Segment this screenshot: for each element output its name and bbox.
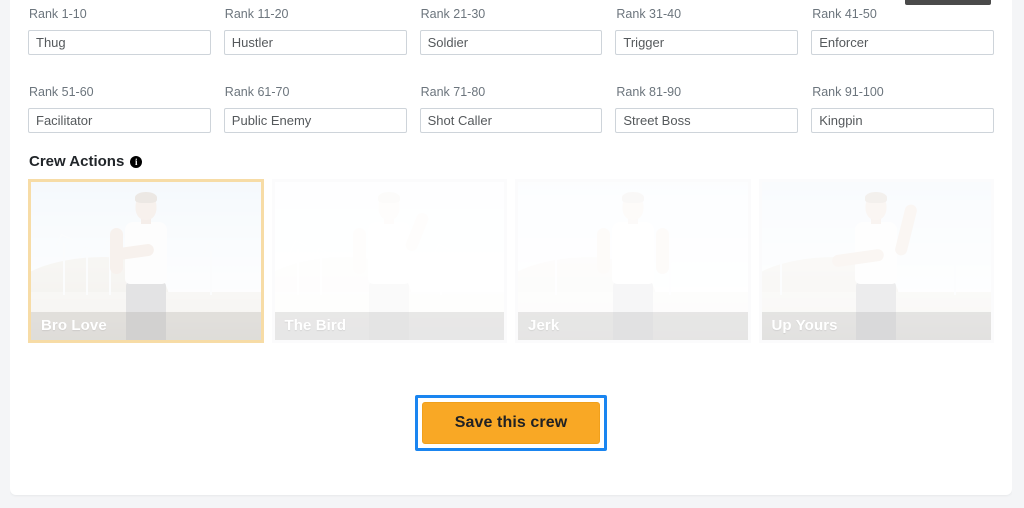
rank-field-1-10: Rank 1-10 [28,7,211,55]
rank-input-71-80[interactable] [419,107,603,133]
rank-field-51-60: Rank 51-60 [28,84,211,133]
crew-action-card-jerk[interactable]: Jerk [515,178,751,343]
crew-action-card-up-yours[interactable]: Up Yours [758,178,994,343]
rank-input-21-30[interactable] [419,29,603,55]
crew-action-card-bro-love[interactable]: Bro Love [28,178,264,343]
rank-label-91-100: Rank 91-100 [812,84,884,99]
rank-input-51-60[interactable] [28,107,211,133]
crew-action-card-the-bird[interactable]: The Bird [271,178,507,343]
rank-label-21-30: Rank 21-30 [420,7,486,21]
rank-label-81-90: Rank 81-90 [616,84,682,99]
rank-grid-spacer [28,55,994,78]
rank-label-71-80: Rank 71-80 [420,84,486,99]
crew-action-label: Bro Love [31,311,261,340]
save-button-focus-ring: Save this crew [414,395,608,451]
rank-label-11-20: Rank 11-20 [224,7,289,21]
crew-action-label: Up Yours [761,311,991,340]
rank-field-41-50: Rank 41-50 [811,7,994,55]
crew-action-label: Jerk [518,311,748,340]
rank-input-11-20[interactable] [223,29,407,55]
info-icon[interactable]: i [130,156,143,168]
rank-grid-row-2: Rank 51-60 Rank 61-70 Rank 71-80 Rank 81… [28,78,994,133]
rank-input-1-10[interactable] [28,29,211,55]
rank-input-61-70[interactable] [223,107,407,133]
rank-grid-row-1: Rank 1-10 Rank 11-20 Rank 21-30 Rank 31-… [28,0,994,55]
rank-input-81-90[interactable] [615,107,799,133]
rank-label-1-10: Rank 1-10 [29,7,87,21]
rank-field-11-20: Rank 11-20 [223,7,407,55]
save-area: Save this crew [10,395,1012,451]
rank-input-41-50[interactable] [811,29,994,55]
crew-actions-list: Bro Love The Bird Jerk Up Yours [28,178,994,343]
top-cutoff-control[interactable] [905,0,991,5]
left-page-gutter [0,0,10,508]
crew-editor-panel: Rank 1-10 Rank 11-20 Rank 21-30 Rank 31-… [10,0,1012,495]
rank-field-21-30: Rank 21-30 [419,7,603,55]
rank-field-81-90: Rank 81-90 [615,84,799,133]
rank-field-71-80: Rank 71-80 [419,84,603,133]
rank-label-41-50: Rank 41-50 [812,7,877,21]
rank-label-51-60: Rank 51-60 [29,84,94,99]
rank-input-91-100[interactable] [811,107,994,133]
rank-label-61-70: Rank 61-70 [224,84,290,99]
rank-field-91-100: Rank 91-100 [811,84,994,133]
crew-action-label: The Bird [274,311,504,340]
crew-actions-title: Crew Actions [29,152,125,170]
rank-input-31-40[interactable] [615,29,799,55]
crew-actions-heading: Crew Actions i [29,154,994,169]
right-page-gutter [1012,0,1024,508]
page-background: Rank 1-10 Rank 11-20 Rank 21-30 Rank 31-… [0,0,1024,508]
rank-label-31-40: Rank 31-40 [616,7,682,21]
save-crew-button[interactable]: Save this crew [421,402,601,444]
rank-field-61-70: Rank 61-70 [223,84,407,133]
rank-field-31-40: Rank 31-40 [615,7,799,55]
